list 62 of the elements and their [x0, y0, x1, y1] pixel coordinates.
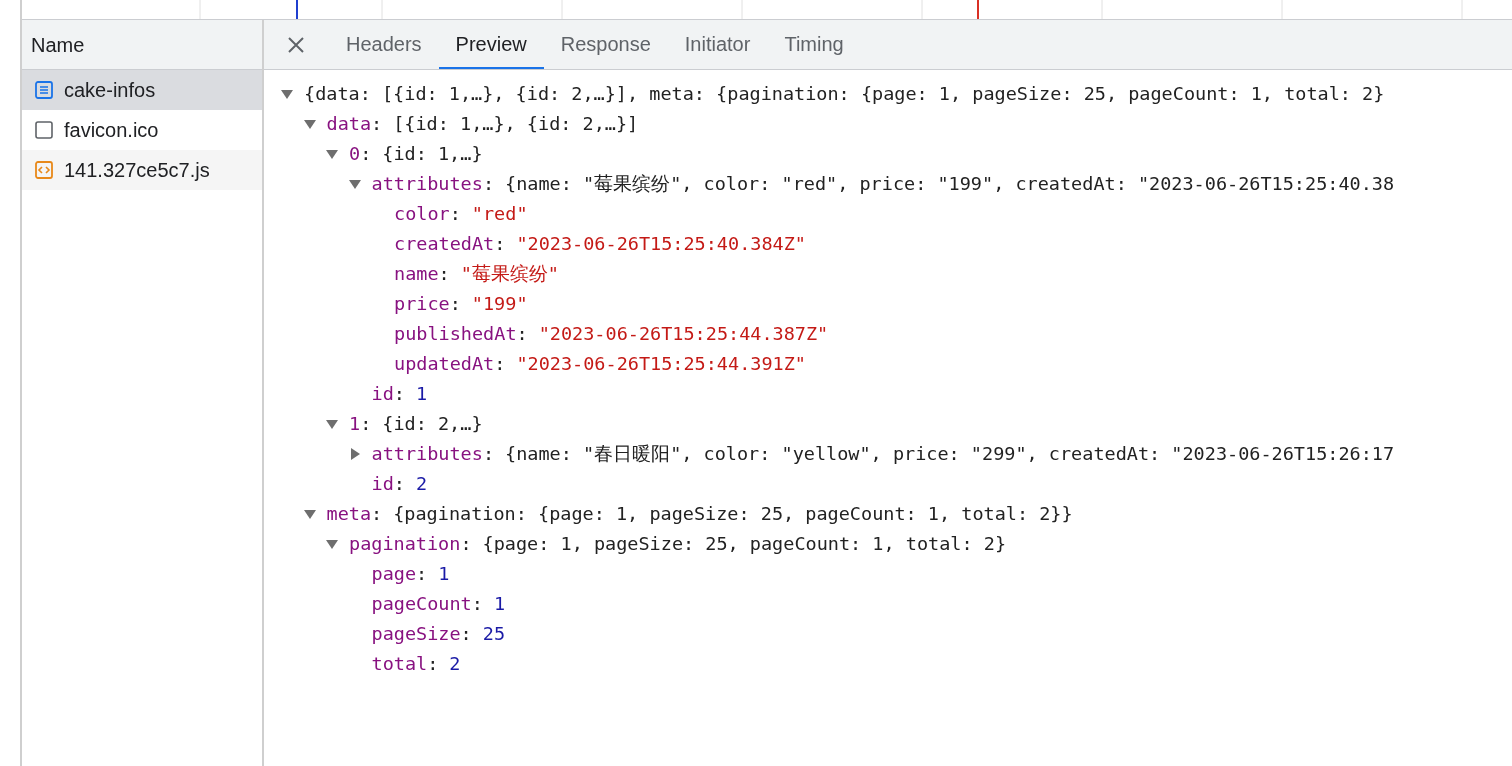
object-summary: {name: "春日暖阳", color: "yellow", price: "299", createdAt: "2023-06-26T15:26:17: [505, 442, 1395, 466]
property-key: id:: [371, 469, 405, 499]
property-key: name:: [394, 259, 450, 289]
property-key: data:: [326, 109, 383, 139]
string-value: "2023-06-26T15:25:40.384Z": [516, 232, 806, 256]
property-key: 0:: [349, 139, 372, 169]
property-key: pageSize:: [371, 619, 472, 649]
property-key: page:: [371, 559, 428, 589]
property-key: attributes:: [371, 439, 495, 469]
property-key: price:: [394, 289, 461, 319]
tab[interactable]: Initiator: [667, 20, 768, 69]
request-row[interactable]: 141.327ce5c7.js: [22, 150, 262, 190]
column-header[interactable]: Name: [22, 20, 262, 70]
property-key: meta:: [326, 499, 383, 529]
property-key: attributes:: [371, 169, 495, 199]
object-summary: {id: 2,…}: [382, 412, 483, 436]
tab[interactable]: Timing: [767, 20, 861, 69]
property-key: createdAt:: [394, 229, 506, 259]
number-value: 1: [415, 382, 428, 406]
request-name: favicon.ico: [64, 118, 159, 143]
tab[interactable]: Preview: [438, 20, 544, 69]
property-key: pageCount:: [371, 589, 483, 619]
blank-file-icon: [34, 120, 54, 140]
object-summary: {name: "莓果缤纷", color: "red", price: "199", createdAt: "2023-06-26T15:25:40.38: [505, 172, 1395, 196]
object-summary: [{id: 1,…}, {id: 2,…}]: [393, 112, 639, 136]
string-value: "莓果缤纷": [460, 262, 559, 286]
number-value: 1: [438, 562, 450, 586]
number-value: 2: [415, 472, 428, 496]
object-summary: {pagination: {page: 1, pageSize: 25, pageCount: 1, total: 2}}: [393, 502, 1073, 526]
collapse-triangle-icon[interactable]: [326, 418, 338, 430]
document-icon: [34, 80, 54, 100]
request-name: cake-infos: [64, 78, 156, 103]
property-key: total:: [371, 649, 439, 679]
property-key: id:: [371, 379, 405, 409]
object-summary: {page: 1, pageSize: 25, pageCount: 1, total: 2}: [482, 532, 1006, 556]
collapse-triangle-icon[interactable]: [303, 508, 316, 520]
property-key: pagination:: [349, 529, 472, 559]
number-value: 1: [493, 592, 506, 616]
close-icon: [287, 35, 305, 54]
string-value: "199": [471, 292, 528, 316]
number-value: 25: [482, 622, 506, 646]
string-value: "2023-06-26T15:25:44.387Z": [538, 322, 829, 346]
object-summary: {id: 1,…}: [382, 142, 483, 166]
property-key: 1:: [349, 409, 372, 439]
request-name: 141.327ce5c7.js: [64, 158, 210, 183]
string-value: "red": [471, 202, 528, 226]
script-file-icon: [34, 160, 54, 180]
string-value: "2023-06-26T15:25:44.391Z": [516, 352, 806, 376]
collapse-triangle-icon[interactable]: [303, 118, 316, 130]
property-key: updatedAt:: [394, 349, 506, 379]
property-key: color:: [394, 199, 461, 229]
collapse-triangle-icon[interactable]: [326, 538, 338, 550]
expand-triangle-icon[interactable]: [348, 448, 361, 460]
request-row[interactable]: cake-infos: [22, 70, 262, 110]
collapse-triangle-icon[interactable]: [281, 88, 293, 100]
property-key: publishedAt:: [394, 319, 528, 349]
tab[interactable]: Headers: [329, 20, 439, 69]
collapse-triangle-icon[interactable]: [348, 178, 361, 190]
number-value: 2: [449, 652, 461, 676]
tab[interactable]: Response: [543, 20, 668, 69]
object-summary: {data: [{id: 1,…}, {id: 2,…}], meta: {pagination: {page: 1, pageSize: 25, pageCount: 1, total: 2}: [304, 82, 1385, 106]
collapse-triangle-icon[interactable]: [326, 148, 338, 160]
